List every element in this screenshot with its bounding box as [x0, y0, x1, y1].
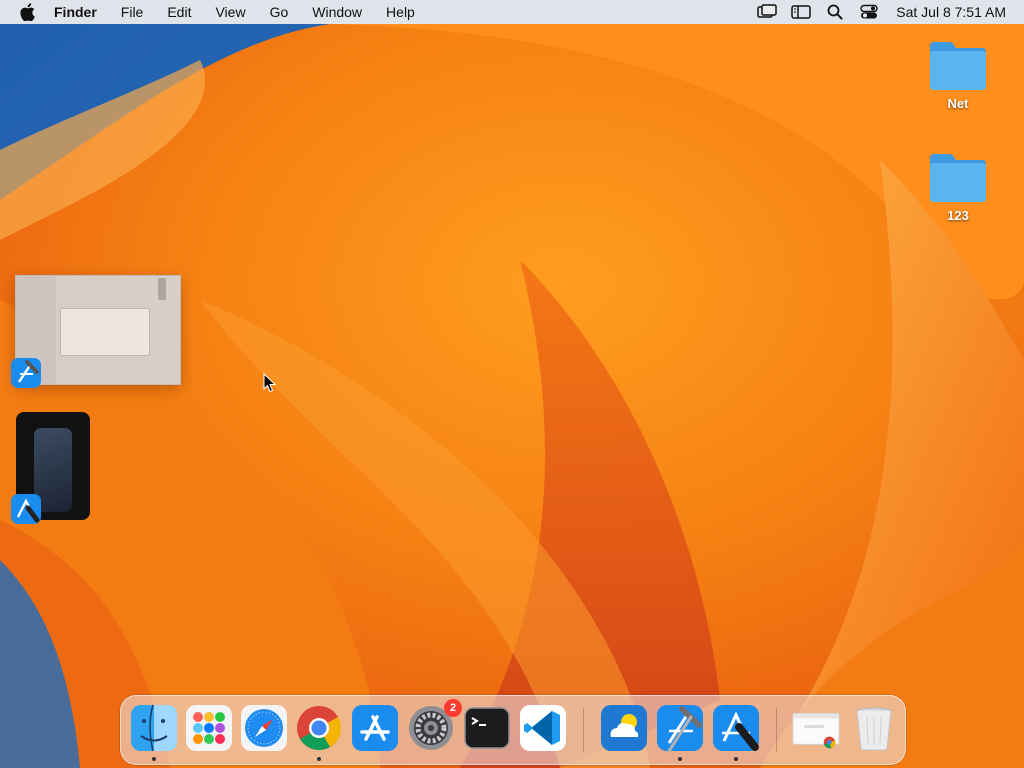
dock-separator [583, 708, 584, 752]
app-store-icon [352, 705, 398, 751]
terminal-icon [464, 707, 510, 749]
apple-menu-icon[interactable] [18, 3, 36, 21]
xcode-app-badge-icon [11, 358, 41, 388]
menu-edit[interactable]: Edit [155, 0, 203, 24]
finder-icon [131, 704, 177, 752]
window-scrollbar [158, 278, 166, 300]
folder-icon [930, 42, 986, 90]
simulator-app-badge-icon [11, 494, 41, 524]
running-indicator [678, 757, 682, 761]
folder-label: Net [947, 96, 969, 111]
dock-trash[interactable] [849, 703, 899, 753]
menu-file[interactable]: File [109, 0, 156, 24]
control-center-icon[interactable] [858, 0, 880, 24]
dock: 2 [120, 695, 906, 765]
dock-separator [776, 708, 777, 752]
menu-go[interactable]: Go [258, 0, 301, 24]
dock-vscode[interactable] [518, 703, 568, 753]
sidebar-icon[interactable] [790, 0, 812, 24]
desktop-folder-net[interactable]: Net [913, 38, 1003, 111]
window-dialog [60, 308, 150, 356]
xcode-icon [657, 705, 703, 753]
running-indicator [317, 757, 321, 761]
menu-bar: Finder File Edit View Go Window Help Sat… [0, 0, 1024, 24]
menu-help[interactable]: Help [374, 0, 427, 24]
dock-chrome[interactable] [294, 703, 344, 753]
weather-icon [601, 705, 647, 751]
simulator-icon [713, 705, 759, 751]
dock-terminal[interactable] [462, 703, 512, 753]
dock-app-store[interactable] [350, 703, 400, 753]
notification-badge: 2 [444, 699, 462, 717]
running-indicator [734, 757, 738, 761]
launchpad-icon [186, 705, 232, 751]
chrome-window-icon [792, 713, 840, 749]
dock-simulator[interactable] [711, 703, 761, 753]
desktop-folder-123[interactable]: 123 [913, 150, 1003, 223]
chrome-icon [297, 706, 341, 750]
folder-label: 123 [947, 208, 969, 223]
dock-finder[interactable] [129, 703, 179, 753]
safari-icon [241, 705, 287, 751]
search-icon[interactable] [824, 0, 846, 24]
vscode-icon [520, 705, 566, 751]
dock-xcode[interactable] [655, 703, 705, 753]
menu-view[interactable]: View [203, 0, 257, 24]
menu-bar-clock[interactable]: Sat Jul 8 7:51 AM [896, 4, 1006, 20]
dock-chrome-window[interactable] [791, 703, 843, 753]
folder-icon [930, 154, 986, 202]
menu-window[interactable]: Window [300, 0, 374, 24]
running-indicator [152, 757, 156, 761]
trash-icon [856, 707, 892, 751]
dock-weather[interactable] [599, 703, 649, 753]
menu-app-finder[interactable]: Finder [52, 0, 109, 24]
dock-system-settings[interactable]: 2 [406, 699, 462, 753]
dock-safari[interactable] [239, 703, 289, 753]
screen-mirroring-icon[interactable] [756, 0, 778, 24]
mouse-cursor-icon [263, 373, 277, 393]
dock-launchpad[interactable] [184, 703, 234, 753]
